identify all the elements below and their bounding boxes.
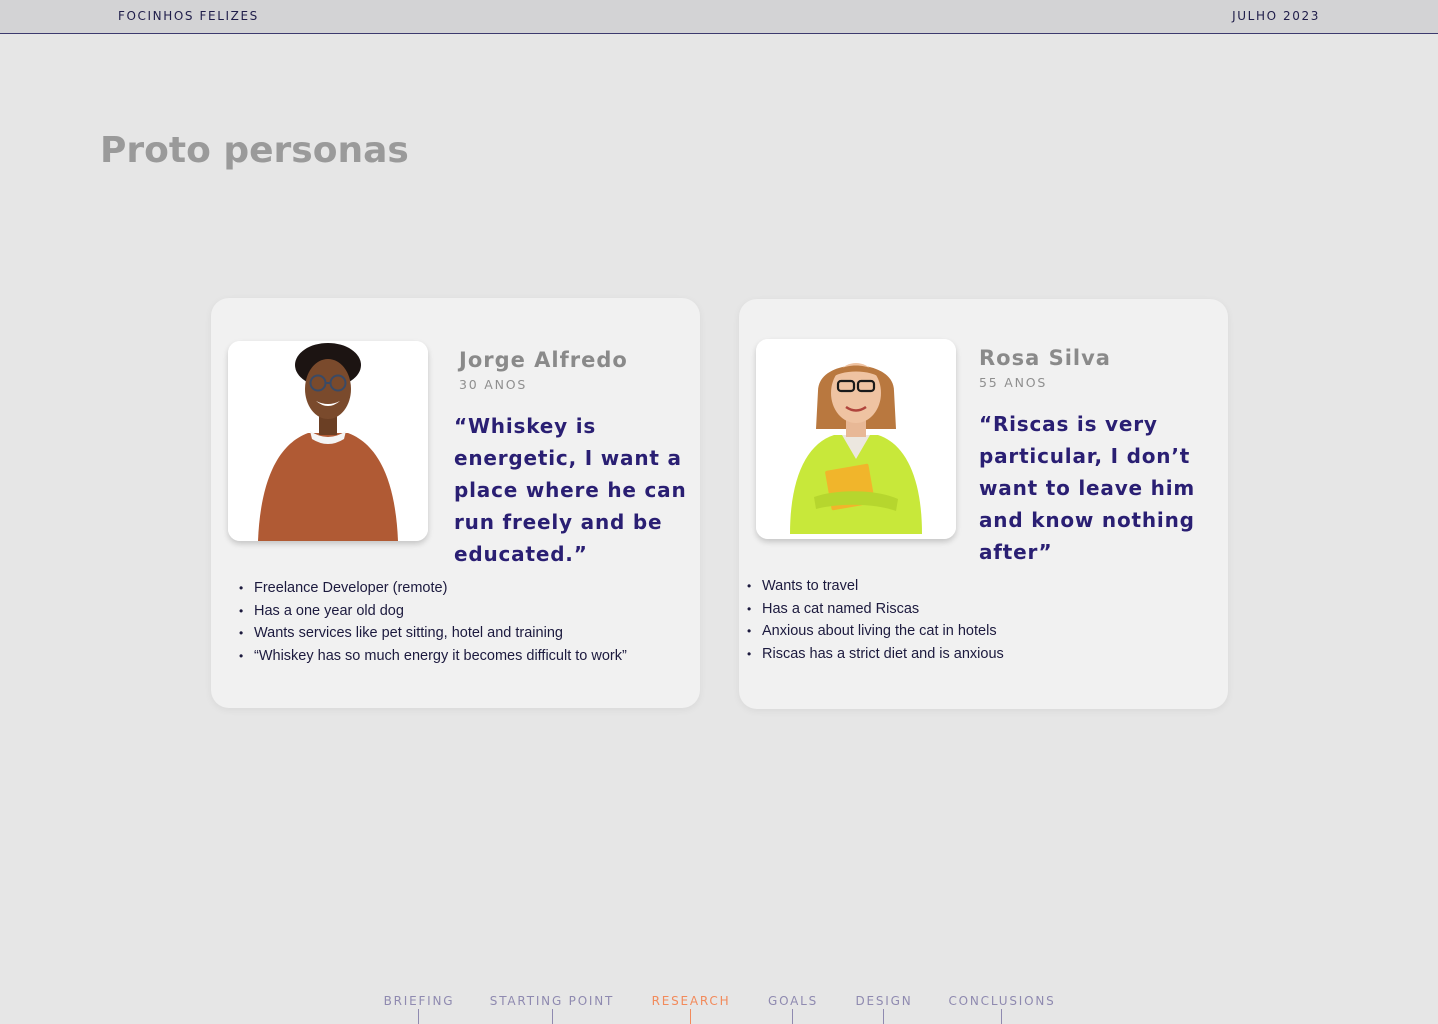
persona-photo [756, 339, 956, 539]
nav-tick [552, 1009, 553, 1024]
list-item: Anxious about living the cat in hotels [747, 620, 1217, 643]
persona-name: Jorge Alfredo [459, 348, 628, 372]
list-item: Wants to travel [747, 575, 1217, 598]
persona-name: Rosa Silva [979, 346, 1111, 370]
brand-name: FOCINHOS FELIZES [118, 9, 259, 23]
section-nav: BRIEFING STARTING POINT RESEARCH GOALS D… [0, 994, 1438, 1024]
nav-tick-active [690, 1009, 691, 1024]
persona-age: 30 ANOS [459, 377, 528, 392]
nav-tick [1001, 1009, 1002, 1024]
page-title: Proto personas [100, 130, 409, 171]
persona-quote: “Whiskey is energetic, I want a place wh… [454, 414, 687, 566]
nav-item-briefing[interactable]: BRIEFING [384, 994, 455, 1008]
list-item: Riscas has a strict diet and is anxious [747, 643, 1217, 666]
nav-item-conclusions[interactable]: CONCLUSIONS [948, 994, 1055, 1008]
persona-quote: “Riscas is very particular, I don’t want… [979, 412, 1196, 564]
list-item: Has a one year old dog [239, 600, 694, 623]
woman-portrait-icon [756, 339, 956, 539]
nav-item-research[interactable]: RESEARCH [652, 994, 731, 1008]
nav-item-starting-point[interactable]: STARTING POINT [490, 994, 614, 1008]
nav-tick [418, 1009, 419, 1024]
list-item: “Whiskey has so much energy it becomes d… [239, 645, 694, 668]
nav-item-design[interactable]: DESIGN [855, 994, 912, 1008]
header-date: JULHO 2023 [1232, 9, 1320, 23]
persona-facts-list: Freelance Developer (remote) Has a one y… [239, 577, 694, 667]
list-item: Has a cat named Riscas [747, 598, 1217, 621]
persona-facts-list: Wants to travel Has a cat named Riscas A… [747, 575, 1217, 665]
nav-tick [792, 1009, 793, 1024]
top-header-bar: FOCINHOS FELIZES JULHO 2023 [0, 0, 1438, 34]
persona-card: Jorge Alfredo 30 ANOS “Whiskey is energe… [211, 298, 700, 708]
list-item: Wants services like pet sitting, hotel a… [239, 622, 694, 645]
persona-photo [228, 341, 428, 541]
persona-age: 55 ANOS [979, 375, 1048, 390]
man-portrait-icon [228, 341, 428, 541]
persona-card: Rosa Silva 55 ANOS “Riscas is very parti… [739, 299, 1228, 709]
list-item: Freelance Developer (remote) [239, 577, 694, 600]
nav-tick [883, 1009, 884, 1024]
nav-item-goals[interactable]: GOALS [768, 994, 818, 1008]
